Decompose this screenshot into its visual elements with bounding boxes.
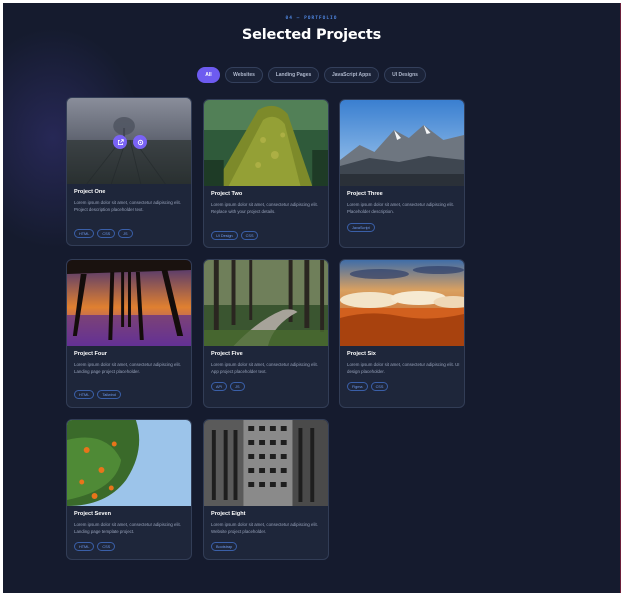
- project-description: Lorem ipsum dolor sit amet, consectetur …: [211, 202, 318, 215]
- project-description: Lorem ipsum dolor sit amet, consectetur …: [74, 522, 181, 535]
- tag: CSS: [97, 229, 116, 238]
- tag-list: Figma CSS: [347, 382, 389, 391]
- project-title: Project Six: [347, 351, 376, 357]
- project-card[interactable]: Project Seven Lorem ipsum dolor sit amet…: [66, 419, 192, 560]
- tag: API: [211, 382, 228, 391]
- tag: Figma: [347, 382, 368, 391]
- tag: JavaScript: [347, 223, 375, 232]
- project-card[interactable]: Project Six Lorem ipsum dolor sit amet, …: [339, 259, 465, 408]
- portfolio-section: 04 — PORTFOLIO Selected Projects All Web…: [3, 3, 621, 593]
- project-image-misty-field: [67, 98, 191, 184]
- project-description: Lorem ipsum dolor sit amet, consectetur …: [347, 362, 460, 375]
- project-image-forest-path: [204, 260, 328, 346]
- project-description: Lorem ipsum dolor sit amet, consectetur …: [74, 200, 181, 213]
- project-description: Lorem ipsum dolor sit amet, consectetur …: [211, 362, 318, 375]
- tag: CSS: [97, 542, 116, 551]
- tag: Bootstrap: [211, 542, 238, 551]
- filter-all[interactable]: All: [197, 67, 220, 83]
- filter-websites[interactable]: Websites: [225, 67, 263, 83]
- project-image-orange-tree: [67, 420, 191, 506]
- project-image-mossy-tree: [204, 100, 328, 186]
- project-image-pier-sunset: [67, 260, 191, 346]
- project-title: Project Two: [211, 191, 243, 197]
- filter-javascript-apps[interactable]: JavaScript Apps: [324, 67, 379, 83]
- tag: HTML: [74, 542, 95, 551]
- tag: HTML: [74, 390, 95, 399]
- external-link-icon[interactable]: [113, 135, 127, 149]
- project-title: Project Seven: [74, 511, 111, 517]
- section-title: Selected Projects: [241, 27, 382, 43]
- project-title: Project Three: [347, 191, 383, 197]
- project-description: Lorem ipsum dolor sit amet, consectetur …: [347, 202, 454, 215]
- project-image-clouds-sunset: [340, 260, 464, 346]
- project-card[interactable]: Project One Lorem ipsum dolor sit amet, …: [66, 97, 192, 246]
- project-description: Lorem ipsum dolor sit amet, consectetur …: [74, 362, 181, 375]
- github-icon[interactable]: [133, 135, 147, 149]
- project-title: Project Five: [211, 351, 243, 357]
- tag: Tailwind: [97, 390, 121, 399]
- tag-list: Bootstrap: [211, 542, 238, 551]
- tag-list: JavaScript: [347, 223, 375, 232]
- project-card[interactable]: Project Eight Lorem ipsum dolor sit amet…: [203, 419, 329, 560]
- project-description: Lorem ipsum dolor sit amet, consectetur …: [211, 522, 318, 535]
- project-image-snowy-mountains: [340, 100, 464, 186]
- tag: JS: [230, 382, 245, 391]
- tag: UI Design: [211, 231, 238, 240]
- tag-list: HTML CSS JS: [74, 229, 133, 238]
- tag: CSS: [240, 231, 259, 240]
- project-title: Project Four: [74, 351, 107, 357]
- tag-list: HTML Tailwind: [74, 390, 121, 399]
- project-title: Project Eight: [211, 511, 246, 517]
- project-grid: Project One Lorem ipsum dolor sit amet, …: [66, 97, 466, 567]
- project-card[interactable]: Project Three Lorem ipsum dolor sit amet…: [339, 99, 465, 248]
- filter-bar: All Websites Landing Pages JavaScript Ap…: [3, 67, 620, 83]
- tag: HTML: [74, 229, 95, 238]
- project-card[interactable]: Project Four Lorem ipsum dolor sit amet,…: [66, 259, 192, 408]
- section-eyebrow: 04 — PORTFOLIO: [285, 16, 338, 21]
- tag: JS: [118, 229, 133, 238]
- tag-list: API JS: [211, 382, 245, 391]
- tag: CSS: [370, 382, 389, 391]
- project-card[interactable]: Project Two Lorem ipsum dolor sit amet, …: [203, 99, 329, 248]
- tag-list: HTML CSS: [74, 542, 116, 551]
- filter-landing-pages[interactable]: Landing Pages: [268, 67, 319, 83]
- filter-ui-designs[interactable]: UI Designs: [384, 67, 426, 83]
- project-title: Project One: [74, 189, 106, 195]
- tag-list: UI Design CSS: [211, 231, 259, 240]
- project-image-city-building: [204, 420, 328, 506]
- project-card[interactable]: Project Five Lorem ipsum dolor sit amet,…: [203, 259, 329, 408]
